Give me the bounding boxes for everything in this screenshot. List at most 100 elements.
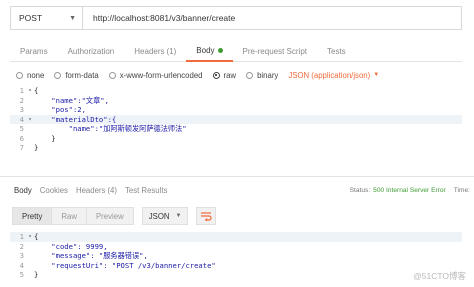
tab-response-headers-label: Headers (75, 185, 106, 195)
body-type-binary-label: binary (257, 70, 279, 80)
response-toolbar: Pretty Raw Preview JSON ▼ (12, 206, 217, 226)
tab-params[interactable]: Params (10, 40, 58, 62)
tab-authorization[interactable]: Authorization (58, 40, 125, 62)
code-text: "message": "服务器错误", (34, 251, 148, 260)
body-type-selector: none form-data x-www-form-urlencoded raw… (16, 68, 379, 82)
body-type-none-label: none (27, 70, 45, 80)
line-number: 6 (19, 133, 24, 143)
tab-params-label: Params (20, 46, 48, 56)
url-input[interactable]: http://localhost:8081/v3/banner/create (82, 6, 462, 30)
tab-pre-request-script[interactable]: Pre-request Script (233, 40, 317, 62)
response-headers-count: (4) (107, 185, 117, 195)
body-indicator-dot-icon (217, 47, 223, 53)
code-line: 3 "message": "服务器错误", (10, 251, 462, 261)
pretty-label: Pretty (22, 211, 43, 221)
tab-tests-label: Tests (327, 46, 346, 56)
code-line: 5 } (10, 270, 462, 280)
line-number: 4 (19, 260, 24, 270)
code-text: { (34, 232, 39, 241)
radio-checked-icon (212, 71, 220, 79)
code-text: { (34, 86, 39, 95)
code-text: "name":"加阿斯顿发阿萨德法师法" (34, 124, 187, 133)
body-type-urlencoded[interactable]: x-www-form-urlencoded (108, 70, 203, 80)
body-type-form-data[interactable]: form-data (54, 70, 99, 80)
time-label: Time: (453, 186, 470, 194)
code-text: "name":"文章", (34, 95, 109, 105)
status-label: Status: (349, 186, 371, 194)
response-body-viewer[interactable]: 1 ▾ { 2 "code": 9999, 3 "message": "服务器错… (10, 232, 462, 280)
fold-caret-icon[interactable]: ▾ (26, 86, 34, 96)
radio-icon (246, 71, 254, 79)
preview-button[interactable]: Preview (86, 207, 134, 225)
response-status: Status: 500 Internal Server Error Time: (350, 187, 470, 194)
code-text: } (34, 270, 39, 279)
tab-response-body-label: Body (14, 185, 32, 195)
line-number: 2 (19, 241, 24, 251)
body-type-raw-label: raw (223, 70, 237, 80)
line-number: 5 (19, 124, 24, 133)
code-line: 3 "pos":2, (10, 105, 462, 115)
body-type-none[interactable]: none (16, 71, 44, 80)
code-text: "materialDto":{ (34, 114, 117, 124)
line-number: 2 (19, 95, 24, 105)
radio-icon (108, 71, 116, 79)
method-select[interactable]: POST ▼ (10, 6, 82, 30)
line-number: 7 (19, 143, 24, 152)
response-format-select[interactable]: JSON ▼ (141, 207, 189, 225)
view-mode-group: Pretty Raw Preview (12, 207, 134, 225)
tab-pre-request-label: Pre-request Script (242, 46, 307, 56)
wrap-lines-icon (201, 212, 213, 221)
tab-response-body[interactable]: Body (10, 181, 36, 199)
request-body-editor[interactable]: 1 ▾ { 2 "name":"文章", 3 "pos":2, 4 ▾ "mat… (10, 86, 462, 158)
headers-count: (1) (166, 46, 177, 56)
body-type-binary[interactable]: binary (246, 71, 278, 80)
code-text: "requestUri": "POST /v3/banner/create" (34, 260, 216, 270)
fold-caret-icon[interactable]: ▾ (26, 115, 34, 125)
url-text: http://localhost:8081/v3/banner/create (93, 13, 236, 23)
postman-window: POST ▼ http://localhost:8081/v3/banner/c… (0, 0, 474, 287)
method-label: POST (19, 13, 43, 23)
chevron-down-icon: ▼ (175, 213, 182, 219)
radio-icon (54, 71, 62, 79)
chevron-down-icon: ▼ (69, 14, 76, 22)
body-type-urlencoded-label: x-www-form-urlencoded (119, 70, 203, 80)
line-number: 3 (19, 251, 24, 260)
tab-response-headers[interactable]: Headers (4) (72, 181, 121, 199)
line-number: 3 (19, 105, 24, 114)
code-text: } (34, 133, 56, 143)
panel-divider[interactable] (0, 176, 474, 177)
code-line: 2 "code": 9999, (10, 242, 462, 252)
tab-headers[interactable]: Headers (1) (124, 40, 186, 62)
line-number: 4 (19, 114, 24, 124)
fold-caret-icon[interactable]: ▾ (26, 232, 34, 242)
code-line: 6 } (10, 134, 462, 144)
request-tabs: Params Authorization Headers (1) Body Pre… (10, 40, 462, 62)
body-type-raw[interactable]: raw (212, 70, 237, 80)
status-badge: 500 Internal Server Error (373, 186, 446, 194)
raw-label: Raw (61, 211, 77, 221)
response-tabs: Body Cookies Headers (4) Test Results Sta… (10, 181, 470, 199)
raw-format-select[interactable]: JSON (application/json) ▼ (288, 71, 379, 80)
tab-body-label: Body (196, 45, 215, 55)
tab-cookies[interactable]: Cookies (36, 181, 72, 199)
tab-test-results[interactable]: Test Results (121, 181, 171, 199)
line-number: 5 (19, 270, 24, 279)
code-line-active: 1 ▾ { (10, 232, 462, 242)
body-type-form-data-label: form-data (65, 70, 99, 80)
code-line: 5 "name":"加阿斯顿发阿萨德法师法" (10, 124, 462, 134)
raw-format-label: JSON (application/json) (288, 70, 371, 80)
tab-body[interactable]: Body (186, 40, 233, 62)
tab-cookies-label: Cookies (39, 185, 68, 195)
tab-headers-label: Headers (134, 46, 165, 56)
response-format-label: JSON (148, 211, 170, 221)
line-number: 1 (19, 86, 24, 95)
pretty-button[interactable]: Pretty (12, 207, 53, 225)
code-line: 1 ▾ { (10, 86, 462, 96)
line-number: 1 (19, 232, 24, 241)
tab-tests[interactable]: Tests (317, 40, 356, 62)
code-text: "pos":2, (34, 105, 86, 114)
preview-label: Preview (95, 211, 124, 221)
raw-button[interactable]: Raw (52, 207, 87, 225)
wrap-lines-button[interactable] (196, 207, 217, 225)
chevron-down-icon: ▼ (373, 72, 380, 78)
